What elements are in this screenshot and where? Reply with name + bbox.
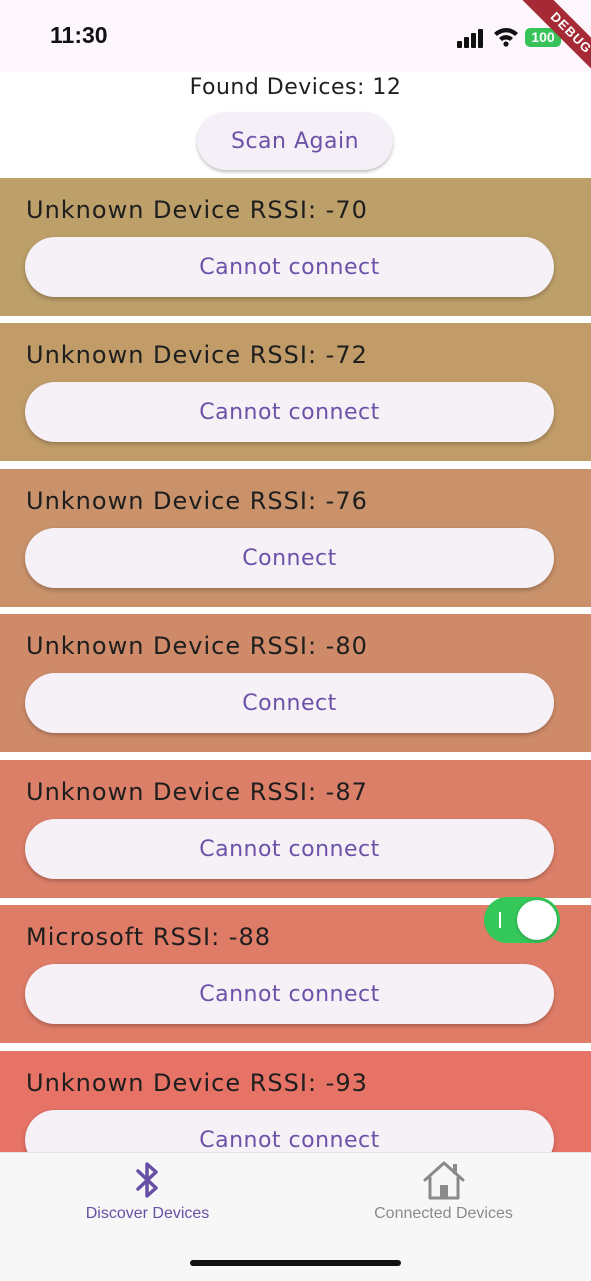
device-connect-button[interactable]: Connect [25, 528, 554, 588]
device-connect-button[interactable]: Cannot connect [25, 819, 554, 879]
device-card: Unknown Device RSSI: -76 Connect [0, 469, 591, 607]
nav-connected-devices[interactable]: Connected Devices [296, 1153, 591, 1233]
nav-label: Connected Devices [374, 1205, 513, 1222]
device-connect-button[interactable]: Cannot connect [25, 964, 554, 1024]
home-indicator [190, 1260, 401, 1266]
device-card: Unknown Device RSSI: -87 Cannot connect [0, 760, 591, 898]
scan-again-button[interactable]: Scan Again [197, 112, 393, 170]
device-title: Unknown Device RSSI: -72 [26, 341, 368, 369]
toggle-switch[interactable] [484, 897, 560, 943]
status-time: 11:30 [50, 22, 108, 48]
device-title: Unknown Device RSSI: -76 [26, 487, 368, 515]
device-title: Microsoft RSSI: -88 [26, 923, 271, 951]
found-devices-count: Found Devices: 12 [189, 75, 402, 100]
device-list[interactable]: Unknown Device RSSI: -70 Cannot connect … [0, 178, 591, 1152]
device-title: Unknown Device RSSI: -70 [26, 196, 368, 224]
status-bar: 11:30 100 DEBUG [0, 0, 591, 91]
toggle-on-mark [499, 912, 501, 928]
device-card: Unknown Device RSSI: -72 Cannot connect [0, 323, 591, 461]
device-card: Unknown Device RSSI: -93 Cannot connect [0, 1051, 591, 1152]
nav-discover-devices[interactable]: Discover Devices [0, 1153, 295, 1233]
home-icon [423, 1161, 464, 1200]
cellular-signal-icon [457, 29, 483, 48]
device-card: Unknown Device RSSI: -70 Cannot connect [0, 178, 591, 316]
device-card: Unknown Device RSSI: -80 Connect [0, 614, 591, 752]
device-title: Unknown Device RSSI: -93 [26, 1069, 368, 1097]
device-connect-button[interactable]: Cannot connect [25, 237, 554, 297]
device-title: Unknown Device RSSI: -80 [26, 632, 368, 660]
toggle-knob [517, 900, 557, 940]
device-connect-button[interactable]: Cannot connect [25, 382, 554, 442]
device-connect-button[interactable]: Connect [25, 673, 554, 733]
device-connect-button[interactable]: Cannot connect [25, 1110, 554, 1152]
nav-label: Discover Devices [85, 1205, 210, 1222]
device-title: Unknown Device RSSI: -87 [26, 778, 368, 806]
bluetooth-icon [135, 1162, 158, 1198]
